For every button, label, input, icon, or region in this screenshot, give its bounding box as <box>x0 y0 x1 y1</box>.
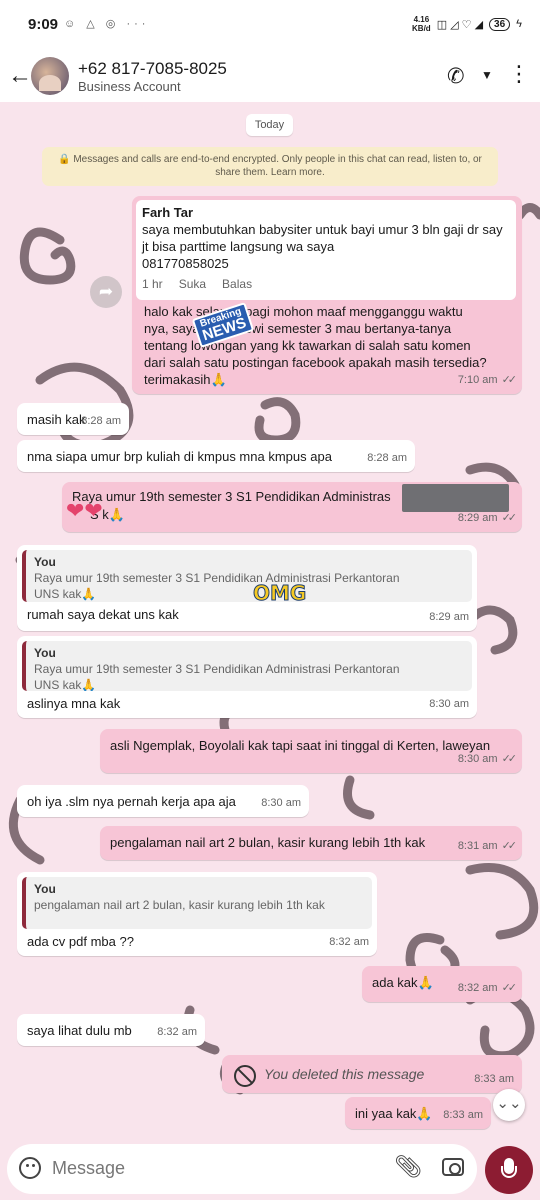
quoted-message[interactable]: You Raya umur 19th semester 3 S1 Pendidi… <box>22 641 472 691</box>
facebook-screenshot: Farh Tar saya membutuhkan babysiter untu… <box>136 200 516 300</box>
message-bubble-out[interactable]: asli Ngemplak, Boyolali kak tapi saat in… <box>100 729 522 773</box>
fb-line: saya membutuhkan babysiter untuk bayi um… <box>142 222 503 237</box>
avatar[interactable] <box>31 57 69 95</box>
message-text: aslinya mna kak <box>27 696 121 711</box>
chat-header: ← +62 817-7085-8025 Business Account ✆ ▼… <box>0 50 540 102</box>
scroll-down-icon[interactable]: ⌄⌄ <box>493 1089 525 1121</box>
message-bubble-in[interactable]: nma siapa umur brp kuliah di kmpus mna k… <box>17 440 415 472</box>
fb-author: Farh Tar <box>142 205 194 220</box>
message-time: 8:30 am ✓✓ <box>457 753 518 765</box>
message-composer: Message 📎︎ <box>7 1144 477 1194</box>
message-text: asli Ngemplak, Boyolali kak tapi saat in… <box>110 738 491 753</box>
charging-icon: ϟ <box>516 18 522 30</box>
message-time: 8:32 am ✓✓ <box>457 982 518 994</box>
encryption-notice[interactable]: 🔒 Messages and calls are end-to-end encr… <box>42 147 498 186</box>
message-text: Raya umur 19th semester 3 S1 Pendidikan … <box>72 489 391 504</box>
emoji-icon[interactable] <box>19 1157 41 1179</box>
quoted-message[interactable]: You Raya umur 19th semester 3 S1 Pendidi… <box>22 550 472 602</box>
message-time: 8:30 am <box>429 698 469 710</box>
message-bubble-in[interactable]: masih kak 8:28 am <box>17 403 129 435</box>
message-time: 8:30 am <box>261 797 301 809</box>
message-text: masih kak <box>27 412 86 427</box>
omg-sticker: OMG <box>252 581 307 606</box>
quoted-message[interactable]: You pengalaman nail art 2 bulan, kasir k… <box>22 877 372 929</box>
message-time: 8:28 am <box>81 415 121 427</box>
back-arrow-icon[interactable]: ← <box>8 64 32 88</box>
more-vert-icon[interactable]: ⋮ <box>508 63 530 85</box>
message-time: 8:29 am <box>429 611 469 623</box>
status-right: 4.16 KB/d ◫ ◿ ♡ ◢ 36 ϟ <box>412 15 522 33</box>
hearts-sticker: ❤❤ <box>66 498 103 523</box>
deleted-message-bubble[interactable]: You deleted this message 8:33 am <box>222 1055 522 1093</box>
message-time: 8:28 am <box>367 452 407 464</box>
message-time: 8:31 am ✓✓ <box>457 840 518 852</box>
status-time: 9:09 <box>28 16 59 33</box>
message-time: 8:32 am <box>329 936 369 948</box>
message-bubble-in[interactable]: saya lihat dulu mb 8:32 am <box>17 1014 205 1046</box>
read-ticks-icon: ✓✓ <box>501 840 518 852</box>
fb-line: 081770858025 <box>142 256 229 271</box>
battery-icon: 36 <box>489 17 511 31</box>
contact-subtitle: Business Account <box>78 79 181 94</box>
message-bubble-in[interactable]: You pengalaman nail art 2 bulan, kasir k… <box>17 872 377 956</box>
message-bubble-out[interactable]: ini yaa kak🙏 8:33 am <box>345 1097 491 1129</box>
message-text: ini yaa kak🙏 <box>355 1106 433 1121</box>
camera-icon[interactable] <box>442 1158 464 1176</box>
message-text: ada cv pdf mba ?? <box>27 934 134 949</box>
message-text: ada kak🙏 <box>372 975 434 990</box>
message-bubble-in[interactable]: oh iya .slm nya pernah kerja apa aja 8:3… <box>17 785 309 817</box>
message-input[interactable]: Message <box>52 1158 125 1179</box>
forward-icon[interactable]: ➦ <box>90 276 122 308</box>
net-speed: 4.16 KB/d <box>412 15 431 33</box>
message-time: 8:32 am <box>157 1026 197 1038</box>
read-ticks-icon: ✓✓ <box>501 753 518 765</box>
status-bar: 9:09 ☺ △ ◎ ··· 4.16 KB/d ◫ ◿ ♡ ◢ 36 ϟ <box>0 0 540 50</box>
mic-icon[interactable] <box>485 1146 533 1194</box>
read-ticks-icon: ✓✓ <box>501 374 518 386</box>
message-bubble-in[interactable]: You Raya umur 19th semester 3 S1 Pendidi… <box>17 636 477 718</box>
redaction-block <box>402 484 509 512</box>
message-text: oh iya .slm nya pernah kerja apa aja <box>27 794 236 809</box>
deleted-message-text: You deleted this message <box>264 1066 425 1082</box>
message-time: 8:33 am <box>474 1073 514 1085</box>
attach-icon[interactable]: 📎︎ <box>394 1154 422 1180</box>
deleted-icon <box>234 1065 256 1087</box>
message-bubble-out[interactable]: Farh Tar saya membutuhkan babysiter untu… <box>132 196 522 394</box>
message-time: 8:33 am <box>443 1109 483 1121</box>
message-text: saya lihat dulu mb <box>27 1023 132 1038</box>
message-bubble-in[interactable]: You Raya umur 19th semester 3 S1 Pendidi… <box>17 545 477 631</box>
message-text: halo kak selamat pagi mohon maaf menggan… <box>144 304 487 387</box>
signal-icons: ◫ ◿ ♡ ◢ <box>436 18 484 31</box>
message-time: 8:29 am ✓✓ <box>457 512 518 524</box>
message-text: pengalaman nail art 2 bulan, kasir kuran… <box>110 835 426 850</box>
read-ticks-icon: ✓✓ <box>501 982 518 994</box>
message-text: nma siapa umur brp kuliah di kmpus mna k… <box>27 449 332 464</box>
call-icon[interactable]: ✆ <box>447 64 465 89</box>
notification-icons: ☺ △ ◎ ··· <box>64 18 150 30</box>
fb-actions: 1 hr Suka Balas <box>142 277 253 291</box>
message-bubble-out[interactable]: ada kak🙏 8:32 am ✓✓ <box>362 966 522 1002</box>
message-bubble-out[interactable]: pengalaman nail art 2 bulan, kasir kuran… <box>100 826 522 860</box>
read-ticks-icon: ✓✓ <box>501 512 518 524</box>
message-text: rumah saya dekat uns kak <box>27 607 179 622</box>
date-chip: Today <box>246 114 293 136</box>
message-time: 7:10 am ✓✓ <box>457 374 518 386</box>
fb-line: jt bisa parttime langsung wa saya <box>142 239 335 254</box>
contact-name[interactable]: +62 817-7085-8025 <box>78 59 227 79</box>
call-dropdown-icon[interactable]: ▼ <box>481 68 493 82</box>
